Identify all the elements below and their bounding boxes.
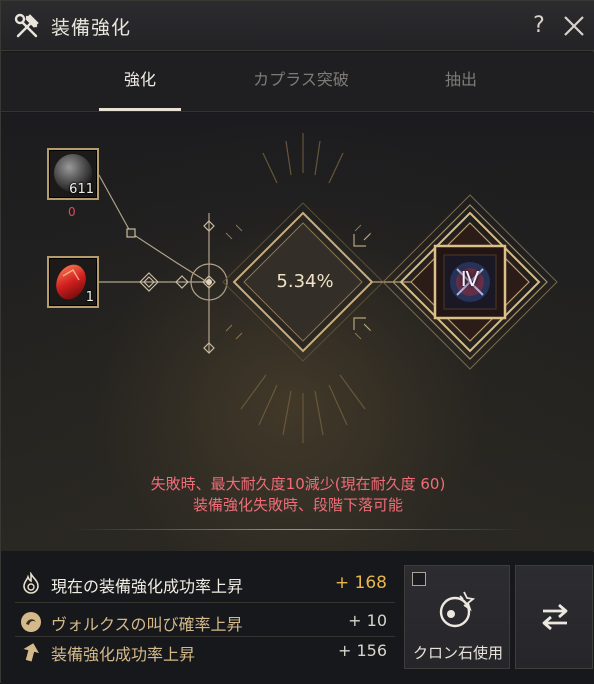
flame-swirl-icon [23, 572, 39, 594]
tab-caphras-breakthrough[interactable]: カプラス突破 [231, 52, 371, 110]
material-slot-black-stone[interactable]: 611 [47, 148, 99, 200]
stat-row-enhance-rate: 装備強化成功率上昇 + 156 [15, 636, 395, 666]
close-icon[interactable] [561, 13, 587, 39]
stat-row-current-rate: 現在の装備強化成功率上昇 + 168 [15, 568, 395, 598]
stat-label: 装備強化成功率上昇 [51, 645, 196, 664]
stat-row-vorks-cry: ヴォルクスの叫び確率上昇 + 10 [15, 606, 395, 636]
swap-arrows-icon [542, 603, 568, 631]
target-grade-label: Ⅳ [460, 267, 480, 291]
arrow-up-icon [23, 643, 39, 662]
success-rate: 5.34% [276, 271, 334, 292]
warning-line-durability: 失敗時、最大耐久度10減少(現在耐久度 60) [150, 475, 446, 493]
cron-stone-checkbox[interactable] [412, 572, 426, 586]
cron-stone-button[interactable]: クロン石使用 [404, 565, 510, 669]
material-count: 611 [69, 182, 94, 197]
window-title: 装備強化 [51, 17, 132, 39]
stat-label: ヴォルクスの叫び確率上昇 [51, 615, 243, 634]
tab-bar: 強化 カプラス突破 抽出 [1, 52, 594, 112]
stat-value: + 168 [334, 573, 387, 593]
vorks-cry-icon [21, 612, 41, 632]
failure-warning: 失敗時、最大耐久度10減少(現在耐久度 60) 装備強化失敗時、段階下落可能 [1, 474, 594, 516]
enhancement-stage: 611 0 1 5.34% Ⅳ 失敗時、最大耐久度10減少(現在耐久度 60) … [1, 113, 594, 551]
title-bar: 装備強化 ? [1, 1, 594, 51]
cron-stone-label: クロン石使用 [412, 644, 503, 662]
help-button[interactable]: ? [526, 11, 552, 41]
stat-label: 現在の装備強化成功率上昇 [51, 577, 244, 596]
swap-button[interactable] [515, 565, 593, 669]
tab-enhance[interactable]: 強化 [99, 52, 181, 110]
warning-line-downgrade: 装備強化失敗時、段階下落可能 [192, 496, 403, 514]
active-tab-indicator [99, 108, 181, 111]
enhancement-window: 装備強化 ? 強化 カプラス突破 抽出 611 0 1 5.34% Ⅳ 失敗時、… [0, 0, 594, 684]
divider [15, 602, 395, 603]
material-count: 1 [85, 290, 94, 305]
tab-extract[interactable]: 抽出 [421, 52, 501, 110]
stat-value: + 156 [337, 641, 387, 660]
divider [71, 529, 525, 530]
material-slot-red-gem[interactable]: 1 [47, 256, 99, 308]
hammer-wrench-icon [14, 13, 39, 38]
cron-stone-icon [439, 591, 476, 628]
stat-value: + 10 [348, 611, 387, 630]
material-required-count: 0 [68, 205, 76, 219]
